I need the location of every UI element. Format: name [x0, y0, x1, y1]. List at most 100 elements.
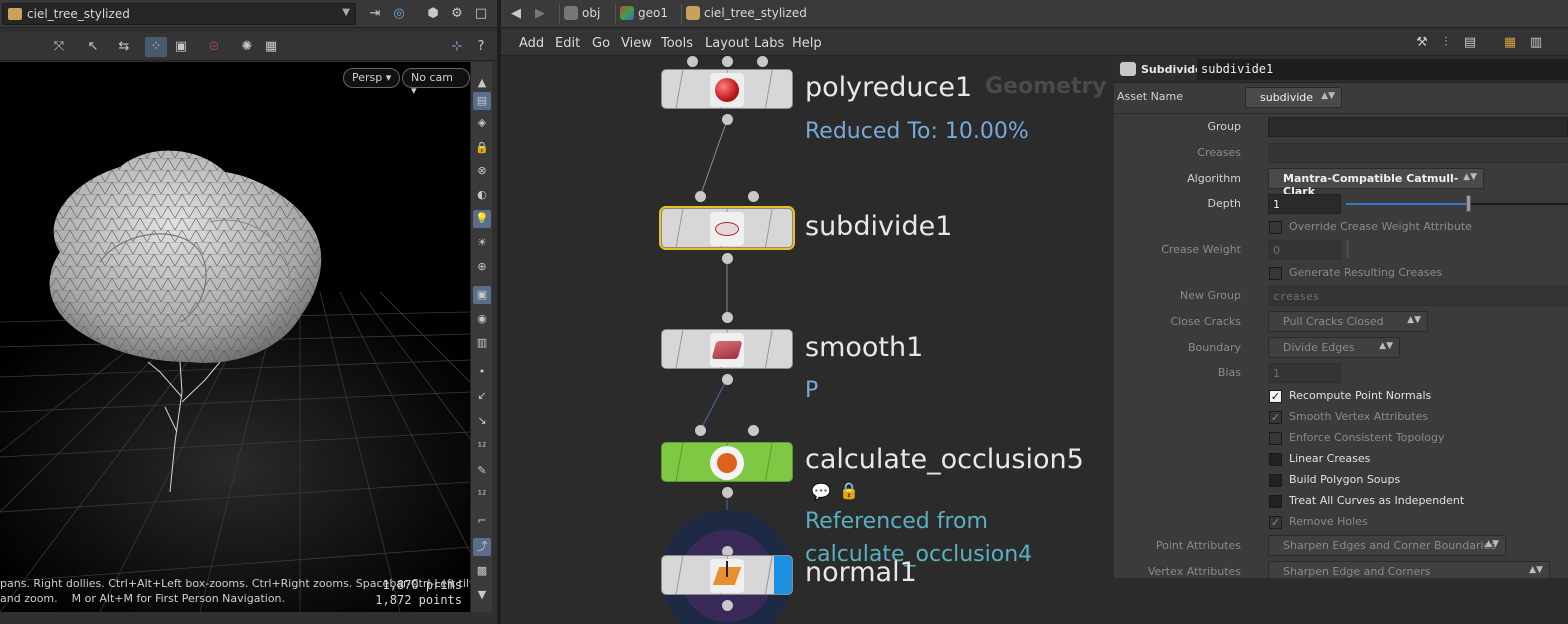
output-connector[interactable]	[722, 374, 733, 385]
creases-field[interactable]	[1268, 143, 1568, 163]
headlight-icon[interactable]: ☀	[473, 234, 491, 252]
node-subdivide1[interactable]	[659, 206, 795, 250]
output-connector[interactable]	[722, 253, 733, 264]
output-connector[interactable]	[722, 600, 733, 611]
comment-icon[interactable]: 💬	[811, 482, 831, 501]
maximize-icon[interactable]: □	[470, 4, 492, 24]
input-connector[interactable]	[687, 56, 698, 67]
enforce-topology-checkbox[interactable]	[1269, 432, 1282, 445]
input-connector[interactable]	[748, 191, 759, 202]
lock-icon[interactable]: 🔒	[473, 139, 491, 157]
uv-icon[interactable]: ⤴	[473, 538, 491, 556]
display-flags-icon[interactable]: ▥	[473, 334, 491, 352]
node-name-field[interactable]: subdivide1	[1197, 59, 1568, 80]
link-icon[interactable]: ◎	[388, 4, 410, 24]
ghost-icon[interactable]: ⊗	[473, 162, 491, 180]
menu-edit[interactable]: Edit	[555, 36, 580, 51]
add-light-icon[interactable]: ⊕	[473, 258, 491, 276]
depth-slider-track[interactable]	[1346, 203, 1568, 205]
prim-numbers-icon[interactable]: ¹²	[473, 486, 491, 504]
list-icon[interactable]: ▤	[1459, 33, 1481, 53]
chevron-down-icon[interactable]: ▼	[342, 7, 350, 18]
output-connector[interactable]	[722, 487, 733, 498]
menu-help[interactable]: Help	[792, 36, 822, 51]
treat-curves-checkbox[interactable]	[1269, 495, 1282, 508]
point-numbers-icon[interactable]: ¹²	[473, 438, 491, 456]
build-polygon-soups-checkbox[interactable]	[1269, 474, 1282, 487]
display-options-icon[interactable]: ▤	[473, 92, 491, 110]
breadcrumb-current[interactable]: ciel_tree_stylized	[681, 4, 831, 24]
grid-icon[interactable]: ▦	[260, 37, 282, 57]
node-normal1[interactable]	[661, 555, 793, 595]
bias-field[interactable]: 1	[1268, 363, 1341, 383]
depth-field[interactable]: 1	[1268, 194, 1341, 214]
handle-icon[interactable]: ⊹	[446, 37, 468, 57]
shading-icon[interactable]: ◐	[473, 186, 491, 204]
linear-creases-checkbox[interactable]	[1269, 453, 1282, 466]
breadcrumb-obj[interactable]: obj	[559, 4, 609, 24]
tree-icon[interactable]: ⫶	[1435, 33, 1457, 53]
back-icon[interactable]: ◀	[505, 4, 527, 24]
input-connector[interactable]	[722, 312, 733, 323]
light-icon[interactable]: 💡	[473, 210, 491, 228]
menu-view[interactable]: View	[621, 36, 652, 51]
algorithm-menu[interactable]: Mantra-Compatible Catmull-Clark ▲▼	[1268, 168, 1484, 198]
recompute-normals-checkbox[interactable]: ✓	[1269, 390, 1282, 403]
input-connector[interactable]	[695, 425, 706, 436]
camera-menu[interactable]: No cam ▾	[402, 68, 470, 97]
crease-weight-slider[interactable]	[1346, 240, 1349, 258]
normals-icon[interactable]: ↙	[473, 387, 491, 405]
scroll-up-icon[interactable]: ▲	[473, 74, 491, 92]
crease-weight-field[interactable]: 0	[1268, 240, 1341, 260]
scroll-down-icon[interactable]: ▼	[473, 586, 491, 604]
menu-layout[interactable]: Layout	[705, 36, 749, 51]
points-mode-icon[interactable]: ⁘	[145, 37, 167, 57]
new-group-field[interactable]: creases	[1268, 286, 1568, 306]
help-icon[interactable]: ?	[470, 37, 492, 57]
tools-icon[interactable]: ⚒	[1411, 33, 1433, 53]
depth-slider-handle[interactable]	[1466, 195, 1472, 212]
override-crease-checkbox[interactable]	[1269, 221, 1282, 234]
generate-creases-checkbox[interactable]	[1269, 267, 1282, 280]
camera-icon[interactable]: ▣	[170, 37, 192, 57]
menu-add[interactable]: Add	[519, 36, 544, 51]
disabled-icon[interactable]: ⊝	[203, 37, 225, 57]
node-smooth1[interactable]	[661, 329, 793, 369]
pin-icon[interactable]: ⇥	[364, 4, 386, 24]
menu-labs[interactable]: Labs	[754, 36, 784, 51]
group-field[interactable]	[1268, 117, 1568, 137]
transform-tool-icon[interactable]: ⇆	[113, 37, 135, 57]
3d-viewport[interactable]: Persp ▾ No cam ▾ pans. Right dollies. Ct…	[0, 62, 470, 612]
vertex-icon[interactable]: ↘	[473, 412, 491, 430]
menu-go[interactable]: Go	[592, 36, 610, 51]
viewer-path-field[interactable]: ciel_tree_stylized ▼	[2, 3, 356, 25]
edge-icon[interactable]: ⌐	[473, 512, 491, 530]
boundary-menu[interactable]: Divide Edges ▲▼	[1268, 337, 1400, 358]
brush-icon[interactable]: ✎	[473, 462, 491, 480]
input-connector[interactable]	[722, 56, 733, 67]
close-cracks-menu[interactable]: Pull Cracks Closed ▲▼	[1268, 311, 1428, 332]
layout-icon[interactable]: ▥	[1525, 33, 1547, 53]
perspective-menu[interactable]: Persp ▾	[343, 68, 401, 88]
node-calculate-occlusion5[interactable]	[661, 442, 793, 482]
forward-icon[interactable]: ▶	[529, 4, 551, 24]
smooth-vertex-checkbox[interactable]: ✓	[1269, 411, 1282, 424]
input-connector[interactable]	[695, 191, 706, 202]
snap-icon[interactable]: ✺	[236, 37, 258, 57]
template-icon[interactable]: ◈	[473, 114, 491, 132]
asset-name-menu[interactable]: subdivide ▲▼	[1245, 87, 1342, 108]
network-editor[interactable]: Geometry polyreduce1 Reduced To: 10.00% …	[501, 56, 1114, 624]
camera-view-icon[interactable]: ▣	[473, 286, 491, 304]
node-polyreduce1[interactable]	[661, 69, 793, 109]
menu-tools[interactable]: Tools	[661, 36, 693, 51]
breadcrumb-geo1[interactable]: geo1	[615, 4, 675, 24]
point-icon[interactable]: •	[473, 363, 491, 381]
visibility-icon[interactable]: ◉	[473, 310, 491, 328]
output-connector[interactable]	[722, 114, 733, 125]
geometry-icon[interactable]: ⬢	[422, 4, 444, 24]
select-tool-icon[interactable]: ⤧	[48, 37, 70, 57]
palette-icon[interactable]: ▦	[1499, 33, 1521, 53]
move-tool-icon[interactable]: ↖	[82, 37, 104, 57]
display-flag[interactable]	[774, 556, 792, 594]
input-connector[interactable]	[757, 56, 768, 67]
